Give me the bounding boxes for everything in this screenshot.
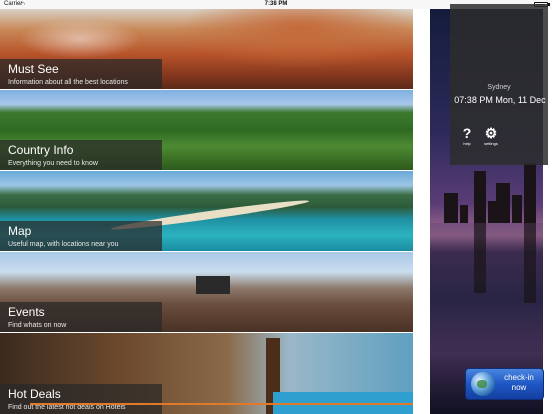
city-name: Sydney (487, 84, 511, 91)
datetime-display: 07:38 PM Mon, 11 Dec (454, 95, 546, 105)
building (460, 205, 468, 223)
building-reflection (474, 223, 486, 293)
tile-title: Hot Deals (8, 387, 61, 401)
settings-label: settings (484, 141, 498, 146)
tile-title: Events (8, 305, 45, 319)
tile-title: Country Info (8, 143, 74, 157)
gear-icon: ⚙ (484, 125, 498, 141)
help-button[interactable]: ? help (457, 125, 477, 147)
building-reflection (524, 223, 536, 303)
accent-line (30, 403, 413, 405)
checkin-line2: now (511, 383, 527, 392)
checkin-button[interactable]: check-in now (465, 368, 544, 400)
building (474, 171, 486, 223)
menu-tile-hot-deals[interactable]: Hot Deals Find out the latest hot deals … (0, 333, 413, 414)
tile-title: Map (8, 224, 32, 238)
building (524, 163, 536, 223)
tile-subtitle: Find out the latest hot deals on Hotels (8, 404, 126, 411)
settings-button[interactable]: ⚙ settings (481, 125, 501, 147)
menu-tile-map[interactable]: Map Useful map, with locations near you (0, 171, 413, 251)
tile-title: Must See (8, 62, 59, 76)
building (488, 201, 496, 223)
menu-tile-events[interactable]: Events Find whats on now (0, 252, 413, 332)
stage-image (196, 276, 230, 294)
tile-subtitle: Information about all the best locations (8, 79, 128, 86)
tile-subtitle: Useful map, with locations near you (8, 241, 119, 248)
building (512, 195, 522, 223)
help-label: help (463, 141, 471, 146)
checkin-label: check-in now (496, 373, 542, 393)
globe-icon (471, 372, 495, 396)
checkin-line1: check-in (504, 373, 534, 382)
battery-nub (548, 3, 550, 6)
menu-tile-must-see[interactable]: Must See Information about all the best … (0, 9, 413, 89)
tile-subtitle: Find whats on now (8, 322, 67, 329)
building (444, 193, 458, 223)
building (496, 183, 510, 223)
main-menu: Must See Information about all the best … (0, 9, 413, 414)
menu-tile-country-info[interactable]: Country Info Everything you need to know (0, 90, 413, 170)
tile-subtitle: Everything you need to know (8, 160, 98, 167)
question-icon: ? (462, 125, 472, 141)
